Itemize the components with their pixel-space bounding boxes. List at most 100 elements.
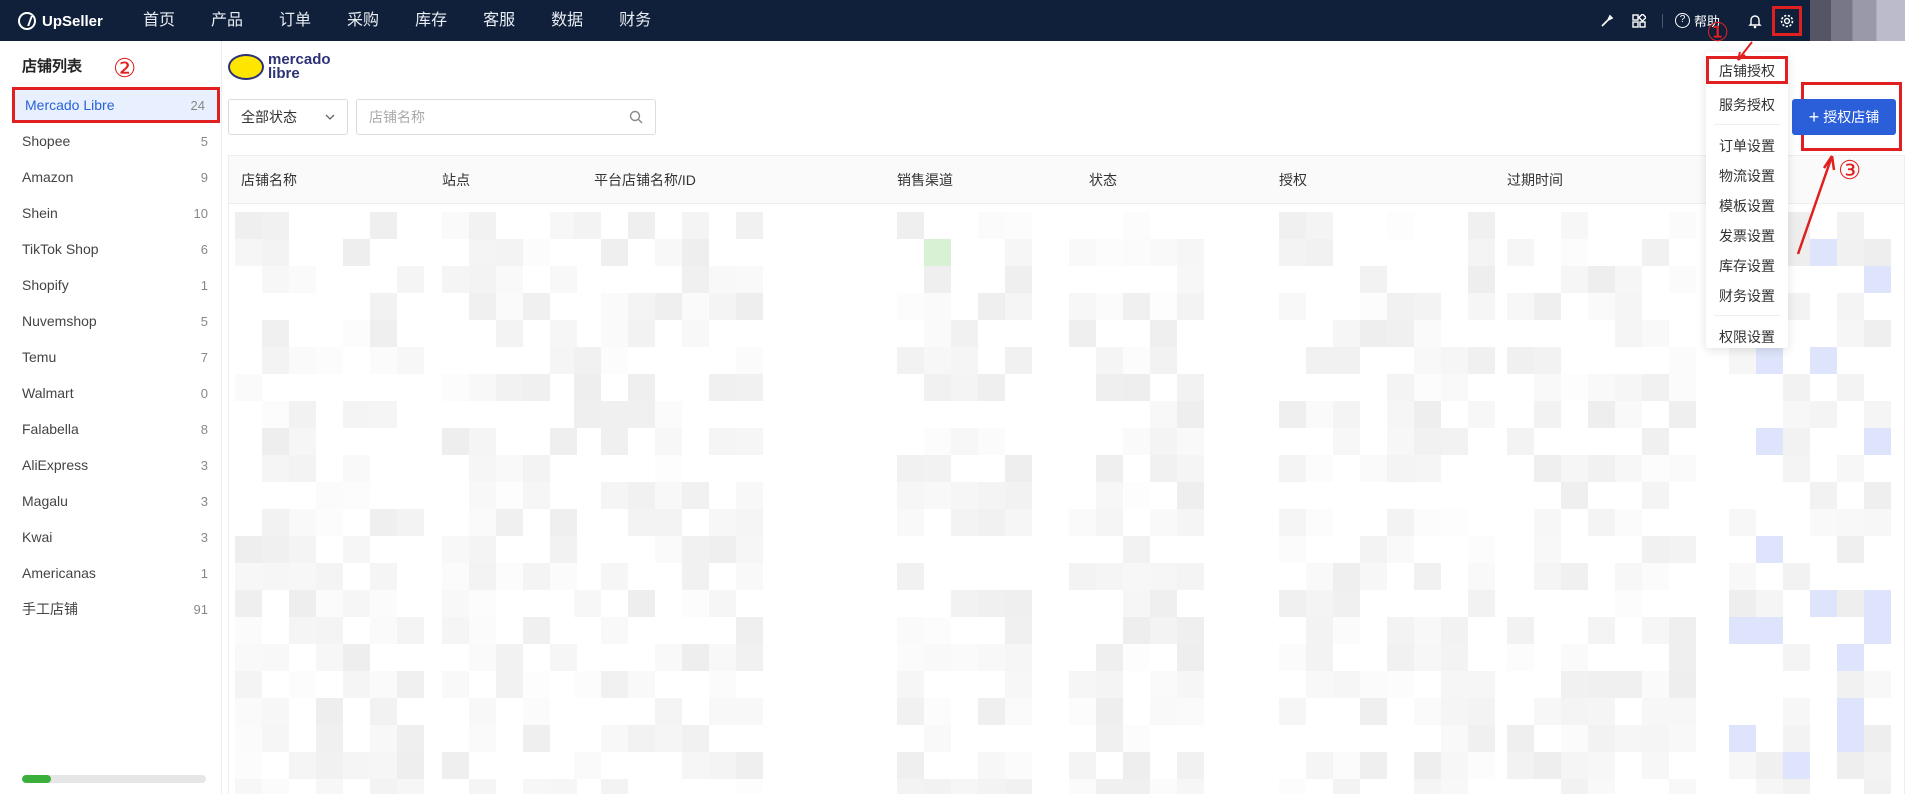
sidebar-item-americanas[interactable]: Americanas 1 [12,555,220,591]
obscured-cell [601,401,628,428]
obscured-cell [496,644,523,671]
authorize-store-button[interactable]: + 授权店铺 [1792,99,1896,135]
settings-button[interactable] [1772,5,1802,36]
obscured-cell [1150,509,1177,536]
nav-item-products[interactable]: 产品 [211,0,261,41]
sidebar-item-mercado-libre[interactable]: Mercado Libre 24 [12,87,220,123]
nav-item-customer-service[interactable]: 客服 [483,0,533,41]
obscured-cell [1005,779,1032,794]
menu-item-permission-settings[interactable]: 权限设置 [1706,322,1788,352]
obscured-cell [951,347,978,374]
progress-fill [22,775,52,783]
obscured-cell [235,779,262,794]
menu-item-finance-settings[interactable]: 财务设置 [1706,281,1788,311]
sidebar-item-shein[interactable]: Shein 10 [12,195,220,231]
menu-item-service-auth[interactable]: 服务授权 [1706,90,1788,120]
obscured-cell [1414,698,1441,725]
obscured-cell [235,617,262,644]
obscured-cell [1837,239,1864,266]
nav-item-home[interactable]: 首页 [143,0,193,41]
sidebar-item-shopify[interactable]: Shopify 1 [12,267,220,303]
sidebar-item-amazon[interactable]: Amazon 9 [12,159,220,195]
obscured-cell [1441,671,1468,698]
settings-dropdown-menu: 店铺授权 服务授权 订单设置 物流设置 模板设置 发票设置 库存设置 财务设置 … [1706,52,1788,348]
obscured-cell [1150,401,1177,428]
obscured-cell [289,752,316,779]
obscured-cell [1005,482,1032,509]
obscured-cell [1096,239,1123,266]
obscured-cell [1534,455,1561,482]
obscured-cell [924,320,951,347]
obscured-cell [1177,644,1204,671]
obscured-cell [496,509,523,536]
sidebar-item-label: Kwai [22,529,53,545]
obscured-cell [1561,374,1588,401]
obscured-cell [397,752,424,779]
sidebar-item-shopee[interactable]: Shopee 5 [12,123,220,159]
obscured-cell [1360,536,1387,563]
sidebar-item-tiktok-shop[interactable]: TikTok Shop 6 [12,231,220,267]
obscured-cell [1729,509,1756,536]
store-search-input[interactable] [369,109,629,125]
obscured-cell [1069,698,1096,725]
nav-item-finance[interactable]: 财务 [619,0,669,41]
obscured-cell [601,293,628,320]
obscured-cell [1468,590,1495,617]
menu-item-inventory-settings[interactable]: 库存设置 [1706,251,1788,281]
obscured-cell [1333,347,1360,374]
bell-icon[interactable] [1744,10,1766,32]
nav-item-data[interactable]: 数据 [551,0,601,41]
menu-item-invoice-settings[interactable]: 发票设置 [1706,221,1788,251]
sidebar-item-walmart[interactable]: Walmart 0 [12,375,220,411]
obscured-cell [1441,752,1468,779]
obscured-cell [1669,698,1696,725]
app-logo[interactable]: UpSeller [18,9,103,33]
obscured-cell [736,266,763,293]
obscured-cell [523,725,550,752]
obscured-cell [1810,347,1837,374]
obscured-cell [897,644,924,671]
apps-grid-icon[interactable] [1628,10,1650,32]
menu-item-template-settings[interactable]: 模板设置 [1706,191,1788,221]
obscured-cell [1123,482,1150,509]
sidebar-item-count: 6 [200,241,208,257]
obscured-cell [343,482,370,509]
obscured-cell [1005,671,1032,698]
status-filter-select[interactable]: 全部状态 [228,99,348,135]
sidebar-item-magalu[interactable]: Magalu 3 [12,483,220,519]
sidebar-item-count: 24 [190,97,205,113]
sidebar-item-falabella[interactable]: Falabella 8 [12,411,220,447]
sidebar-item-aliexpress[interactable]: AliExpress 3 [12,447,220,483]
menu-item-order-settings[interactable]: 订单设置 [1706,131,1788,161]
obscured-cell [1150,455,1177,482]
menu-item-logistics-settings[interactable]: 物流设置 [1706,161,1788,191]
sidebar-item-nuvemshop[interactable]: Nuvemshop 5 [12,303,220,339]
sidebar-item-kwai[interactable]: Kwai 3 [12,519,220,555]
obscured-cell [262,536,289,563]
sidebar-item-manual-stores[interactable]: 手工店铺 91 [12,591,220,627]
obscured-cell [343,401,370,428]
obscured-cell [628,293,655,320]
nav-item-orders[interactable]: 订单 [279,0,329,41]
obscured-cell [951,428,978,455]
sidebar-item-temu[interactable]: Temu 7 [12,339,220,375]
obscured-cell [951,320,978,347]
obscured-cell [1837,698,1864,725]
tools-icon[interactable] [1596,10,1618,32]
obscured-cell [235,239,262,266]
obscured-cell [1005,455,1032,482]
obscured-cell [897,293,924,320]
obscured-cell [1414,779,1441,794]
obscured-cell [1123,212,1150,239]
obscured-cell [1123,725,1150,752]
obscured-cell [289,590,316,617]
col-store-name: 店铺名称 [241,172,297,188]
obscured-cell [1615,725,1642,752]
nav-item-purchasing[interactable]: 采购 [347,0,397,41]
sidebar-item-count: 9 [200,169,208,185]
user-avatar[interactable] [1810,0,1905,41]
nav-item-inventory[interactable]: 库存 [415,0,465,41]
obscured-cell [1534,509,1561,536]
obscured-cell [574,401,601,428]
obscured-cell [1360,266,1387,293]
